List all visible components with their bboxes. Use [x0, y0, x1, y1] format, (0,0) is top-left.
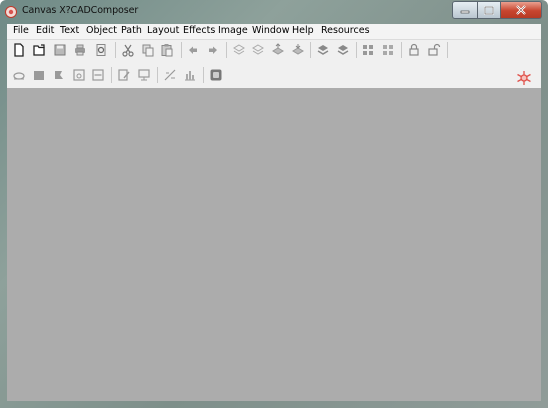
toolbar-separator	[447, 42, 448, 58]
menu-layout[interactable]: Layout	[147, 25, 179, 36]
toolbar-separator	[111, 67, 112, 83]
toolbar-separator	[203, 67, 204, 83]
window-title: Canvas X?CADComposer	[22, 5, 139, 16]
save-icon[interactable]	[53, 43, 67, 57]
print-preview-icon[interactable]	[94, 43, 108, 57]
snowflake-icon[interactable]	[516, 70, 532, 86]
ungroup-icon[interactable]	[336, 43, 350, 57]
client-area: File Edit Text Object Path Layout Effect…	[7, 24, 541, 401]
fill-icon[interactable]	[32, 68, 46, 82]
menu-file[interactable]: File	[13, 25, 29, 36]
close-icon	[516, 5, 526, 15]
toolbar-separator	[401, 42, 402, 58]
toolbar-area	[7, 39, 541, 89]
send-back-icon[interactable]	[291, 43, 305, 57]
undo-icon[interactable]	[186, 43, 200, 57]
new-document-icon[interactable]	[12, 43, 26, 57]
close-button[interactable]	[501, 1, 542, 19]
menu-edit[interactable]: Edit	[36, 25, 54, 36]
layer-up-icon[interactable]	[232, 43, 246, 57]
chart-icon[interactable]	[183, 68, 197, 82]
capture-icon[interactable]	[209, 68, 223, 82]
title-bar[interactable]: Canvas X?CADComposer	[0, 0, 548, 24]
menu-text[interactable]: Text	[60, 25, 79, 36]
lock-icon[interactable]	[407, 43, 421, 57]
fit-width-icon[interactable]	[91, 68, 105, 82]
cut-icon[interactable]	[121, 43, 135, 57]
edit-icon[interactable]	[117, 68, 131, 82]
menu-window[interactable]: Window	[252, 25, 289, 36]
workspace-canvas[interactable]	[7, 88, 541, 401]
display-icon[interactable]	[137, 68, 151, 82]
toolbar-separator	[310, 42, 311, 58]
maximize-icon	[484, 5, 494, 15]
open-icon[interactable]	[32, 43, 46, 57]
menu-object[interactable]: Object	[86, 25, 117, 36]
unlock-icon[interactable]	[427, 43, 441, 57]
menu-image[interactable]: Image	[218, 25, 248, 36]
window-controls	[452, 1, 542, 19]
menu-bar: File Edit Text Object Path Layout Effect…	[7, 24, 541, 39]
maximize-button[interactable]	[478, 1, 501, 19]
menu-resources[interactable]: Resources	[321, 25, 370, 36]
bring-front-icon[interactable]	[271, 43, 285, 57]
menu-path[interactable]: Path	[121, 25, 142, 36]
paste-icon[interactable]	[160, 43, 174, 57]
print-icon[interactable]	[73, 43, 87, 57]
view-icon[interactable]	[12, 68, 26, 82]
frame-icon[interactable]	[72, 68, 86, 82]
layer-down-icon[interactable]	[251, 43, 265, 57]
copy-icon[interactable]	[141, 43, 155, 57]
toolbar-separator	[356, 42, 357, 58]
minimize-icon	[460, 10, 470, 14]
toolbar-separator	[181, 42, 182, 58]
app-icon	[5, 6, 17, 18]
toolbar-separator	[226, 42, 227, 58]
menu-effects[interactable]: Effects	[183, 25, 215, 36]
effects-icon[interactable]	[52, 68, 66, 82]
align-icon[interactable]	[361, 43, 375, 57]
redo-icon[interactable]	[206, 43, 220, 57]
measure-icon[interactable]	[163, 68, 177, 82]
toolbar-separator	[157, 67, 158, 83]
minimize-button[interactable]	[452, 1, 478, 19]
application-window: Canvas X?CADComposer File Edit Text Obje…	[0, 0, 548, 408]
distribute-icon[interactable]	[381, 43, 395, 57]
toolbar-separator	[115, 42, 116, 58]
menu-help[interactable]: Help	[292, 25, 314, 36]
group-icon[interactable]	[316, 43, 330, 57]
